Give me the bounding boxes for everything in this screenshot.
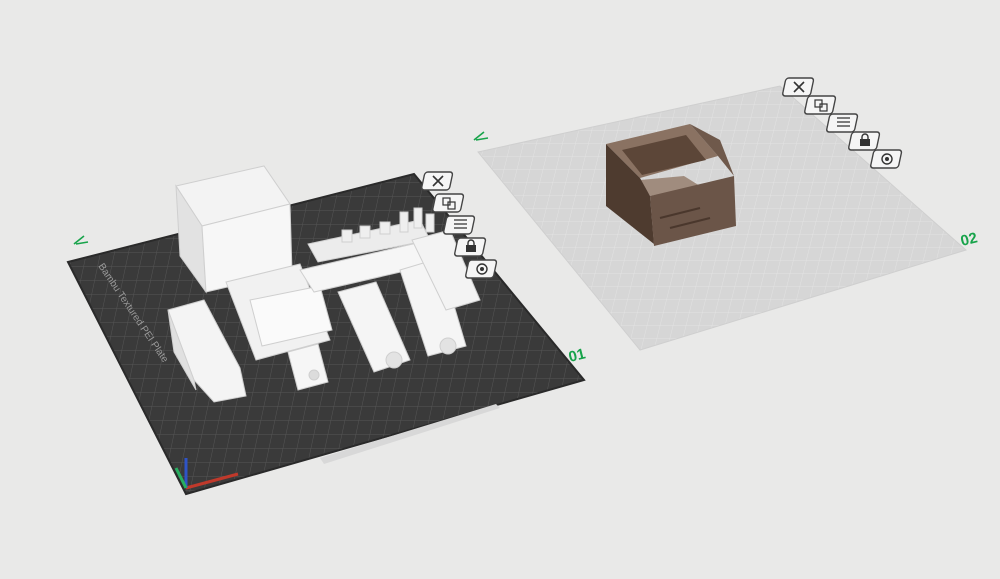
3d-viewport[interactable]: Bambu Textured PEI Plate 01 02	[0, 0, 1000, 579]
plate-02-label: 02	[959, 229, 979, 250]
arrange-plate-icon[interactable]	[804, 95, 837, 115]
plate-settings-icon[interactable]	[870, 149, 903, 169]
slice-plate-icon[interactable]	[826, 113, 859, 133]
delete-plate-icon[interactable]	[782, 77, 815, 97]
slice-plate-icon[interactable]	[443, 215, 476, 235]
delete-plate-icon[interactable]	[421, 171, 454, 191]
lock-plate-icon[interactable]	[454, 237, 487, 257]
plate-01-label: 01	[567, 345, 587, 366]
arrange-plate-icon[interactable]	[432, 193, 465, 213]
edit-plate-name-icon[interactable]	[473, 131, 489, 141]
lock-plate-icon[interactable]	[848, 131, 881, 151]
edit-plate-name-icon[interactable]	[73, 235, 89, 245]
plate-settings-icon[interactable]	[465, 259, 498, 279]
